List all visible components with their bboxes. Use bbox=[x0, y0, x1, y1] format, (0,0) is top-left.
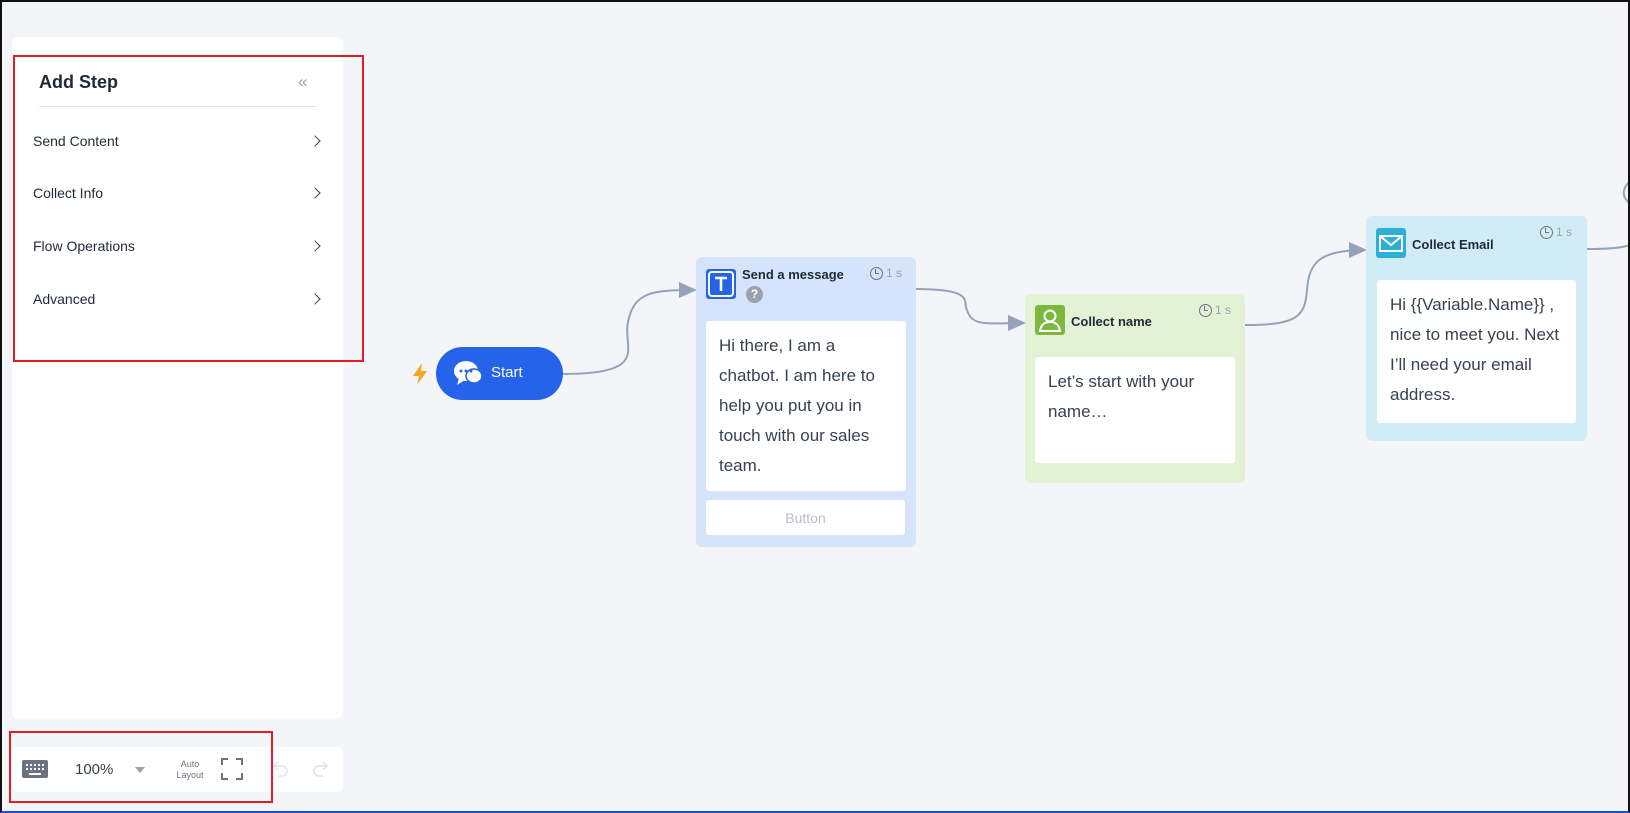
start-node[interactable]: Start bbox=[436, 347, 563, 400]
collect-email-node[interactable]: Collect Email 1 s Hi {{Variable.Name}} ,… bbox=[1366, 216, 1587, 441]
collect-name-node[interactable]: Collect name 1 s Let’s start with your n… bbox=[1025, 294, 1245, 483]
panel-divider bbox=[39, 106, 317, 107]
node-title: Send a message bbox=[742, 267, 844, 282]
edge-name-to-email bbox=[1244, 242, 1367, 326]
chevron-right-icon bbox=[309, 293, 321, 305]
node-title: Collect Email bbox=[1412, 237, 1494, 252]
auto-layout-button[interactable]: Auto Layout bbox=[172, 759, 208, 781]
undo-icon[interactable] bbox=[270, 759, 290, 779]
collapse-panel-icon[interactable]: « bbox=[298, 72, 307, 92]
trigger-bolt-icon bbox=[413, 363, 427, 385]
zoom-dropdown-icon[interactable] bbox=[135, 767, 145, 773]
node-delay: 1 s bbox=[870, 266, 902, 280]
node-title: Collect name bbox=[1071, 314, 1152, 329]
keyboard-icon[interactable] bbox=[22, 760, 48, 778]
sidebar-item-flow-operations[interactable]: Flow Operations bbox=[33, 231, 327, 261]
clock-icon bbox=[870, 266, 883, 280]
edge-message-to-name bbox=[914, 288, 1026, 332]
edge-email-next bbox=[1586, 244, 1628, 250]
clock-icon bbox=[1199, 303, 1212, 317]
text-message-icon bbox=[706, 269, 736, 299]
sidebar-item-send-content[interactable]: Send Content bbox=[33, 126, 327, 156]
node-delay-value: 1 s bbox=[1556, 225, 1573, 239]
start-label: Start bbox=[491, 364, 523, 381]
help-icon[interactable]: ? bbox=[746, 286, 763, 303]
flow-builder-canvas[interactable]: Add Step « Send Content Collect Info Flo… bbox=[0, 0, 1630, 813]
envelope-icon bbox=[1376, 228, 1406, 258]
redo-icon[interactable] bbox=[311, 759, 331, 779]
sidebar-item-label: Send Content bbox=[33, 133, 119, 149]
edge-offscreen bbox=[1622, 182, 1628, 204]
chevron-right-icon bbox=[309, 240, 321, 252]
node-message-text: Hi {{Variable.Name}} , nice to meet you.… bbox=[1377, 280, 1576, 423]
node-message-text: Let’s start with your name… bbox=[1035, 357, 1235, 463]
zoom-level[interactable]: 100% bbox=[75, 761, 113, 778]
sidebar-item-advanced[interactable]: Advanced bbox=[33, 284, 327, 314]
user-icon bbox=[1035, 305, 1065, 335]
auto-layout-label-2: Layout bbox=[176, 770, 204, 780]
chat-bubbles-icon bbox=[454, 361, 483, 385]
chevron-right-icon bbox=[309, 187, 321, 199]
edge-start-to-message bbox=[562, 282, 697, 375]
node-delay-value: 1 s bbox=[886, 266, 903, 280]
node-delay: 1 s bbox=[1199, 303, 1231, 317]
node-message-text: Hi there, I am a chatbot. I am here to h… bbox=[706, 321, 906, 491]
auto-layout-label-1: Auto bbox=[180, 759, 200, 769]
clock-icon bbox=[1540, 225, 1553, 239]
chevron-right-icon bbox=[309, 135, 321, 147]
sidebar-item-label: Advanced bbox=[33, 291, 96, 307]
sidebar-item-label: Flow Operations bbox=[33, 238, 135, 254]
sidebar-item-collect-info[interactable]: Collect Info bbox=[33, 178, 327, 208]
node-delay: 1 s bbox=[1540, 225, 1572, 239]
node-delay-value: 1 s bbox=[1215, 303, 1232, 317]
fullscreen-icon[interactable] bbox=[221, 758, 243, 780]
sidebar-item-label: Collect Info bbox=[33, 185, 104, 201]
panel-title: Add Step bbox=[39, 72, 118, 92]
message-button[interactable]: Button bbox=[706, 500, 905, 535]
